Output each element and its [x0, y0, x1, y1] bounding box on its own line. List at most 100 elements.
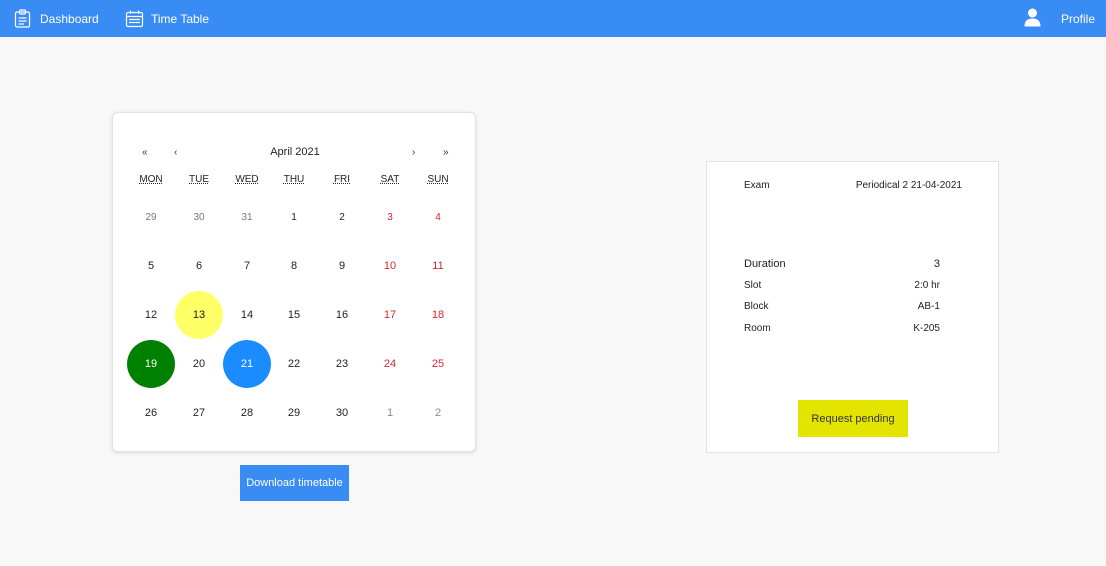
- calendar-day[interactable]: 20: [175, 340, 223, 388]
- calendar-day-number: 13: [192, 309, 206, 321]
- prev-year-button[interactable]: «: [142, 147, 148, 158]
- weekday-label: MON: [139, 174, 163, 185]
- calendar-day[interactable]: 22: [270, 340, 318, 388]
- calendar-day[interactable]: 13: [175, 291, 223, 339]
- duration-label: Duration: [744, 258, 786, 270]
- calendar-day-number: 28: [240, 407, 254, 419]
- calendar-day[interactable]: 9: [318, 242, 366, 290]
- calendar-day[interactable]: 6: [175, 242, 223, 290]
- calendar-day[interactable]: 2: [318, 193, 366, 241]
- calendar-day-number: 9: [338, 260, 346, 272]
- calendar-day-number: 26: [144, 407, 158, 419]
- calendar-day-number: 15: [287, 309, 301, 321]
- calendar-day-number: 8: [290, 260, 298, 272]
- calendar-day-number: 23: [335, 358, 349, 370]
- calendar-month-label[interactable]: April 2021: [270, 146, 320, 158]
- slot-value: 2:0 hr: [914, 280, 940, 291]
- calendar-day-number: 27: [192, 407, 206, 419]
- calendar-day-number: 12: [144, 309, 158, 321]
- calendar-day[interactable]: 4: [414, 193, 462, 241]
- calendar-day-number: 14: [240, 309, 254, 321]
- calendar-day[interactable]: 3: [366, 193, 414, 241]
- calendar-day[interactable]: 18: [414, 291, 462, 339]
- slot-label: Slot: [744, 280, 762, 291]
- calendar-day[interactable]: 2: [414, 389, 462, 437]
- calendar-day[interactable]: 23: [318, 340, 366, 388]
- calendar-day[interactable]: 15: [270, 291, 318, 339]
- block-label: Block: [744, 301, 769, 312]
- calendar-day[interactable]: 16: [318, 291, 366, 339]
- calendar-day[interactable]: 14: [223, 291, 271, 339]
- calendar-day-number: 29: [145, 211, 157, 223]
- calendar-day-number: 16: [335, 309, 349, 321]
- calendar-day[interactable]: 17: [366, 291, 414, 339]
- calendar-day[interactable]: 10: [366, 242, 414, 290]
- download-timetable-button[interactable]: Download timetable: [240, 465, 349, 501]
- calendar-day-number: 11: [432, 260, 444, 272]
- next-year-button[interactable]: »: [443, 147, 449, 158]
- room-value: K-205: [913, 323, 940, 334]
- calendar-day[interactable]: 21: [223, 340, 271, 388]
- calendar-day[interactable]: 31: [223, 193, 271, 241]
- calendar-day[interactable]: 26: [127, 389, 175, 437]
- nav-dashboard[interactable]: Dashboard: [13, 0, 99, 37]
- prev-month-button[interactable]: ‹: [174, 147, 177, 158]
- calendar-day-number: 17: [383, 309, 397, 321]
- calendar-day[interactable]: 1: [270, 193, 318, 241]
- clipboard-icon: [13, 9, 32, 28]
- calendar-day-number: 3: [387, 211, 393, 223]
- room-label: Room: [744, 323, 771, 334]
- calendar-day[interactable]: 7: [223, 242, 271, 290]
- calendar-day[interactable]: 27: [175, 389, 223, 437]
- nav-timetable-label: Time Table: [151, 11, 210, 26]
- calendar-day[interactable]: 5: [127, 242, 175, 290]
- calendar-day-number: 1: [291, 211, 297, 223]
- weekday-label: FRI: [333, 174, 351, 185]
- calendar-day-number: 2: [434, 407, 442, 419]
- block-value: AB-1: [917, 301, 940, 312]
- calendar-day-number: 29: [287, 407, 301, 419]
- calendar-day-number: 22: [287, 358, 301, 370]
- weekday-label: WED: [235, 174, 259, 185]
- weekday-label: SAT: [380, 174, 400, 185]
- calendar-day-number: 30: [193, 211, 205, 223]
- nav-timetable[interactable]: Time Table: [125, 0, 209, 37]
- calendar-day-number: 4: [435, 211, 441, 223]
- calendar-day-number: 5: [147, 260, 155, 272]
- calendar-day-number: 21: [240, 358, 254, 370]
- nav-profile[interactable]: Profile: [1061, 0, 1095, 37]
- duration-value: 3: [933, 258, 940, 270]
- nav-dashboard-label: Dashboard: [40, 11, 99, 26]
- weekday-label: TUE: [189, 174, 209, 185]
- next-month-button[interactable]: ›: [412, 147, 415, 158]
- calendar-day[interactable]: 29: [127, 193, 175, 241]
- user-icon[interactable]: [1024, 8, 1041, 32]
- exam-value: Periodical 2 21-04-2021: [855, 180, 962, 191]
- calendar-icon: [125, 9, 144, 28]
- calendar-day[interactable]: 25: [414, 340, 462, 388]
- calendar-day[interactable]: 24: [366, 340, 414, 388]
- top-navbar: Dashboard Time Table Profile: [0, 0, 1106, 37]
- calendar-day[interactable]: 30: [318, 389, 366, 437]
- calendar-day[interactable]: 11: [414, 242, 462, 290]
- calendar-day-number: 19: [144, 358, 158, 370]
- calendar-day[interactable]: 8: [270, 242, 318, 290]
- calendar-day-number: 18: [431, 309, 445, 321]
- exam-details-card: Exam Periodical 2 21-04-2021 Duration 3 …: [706, 161, 999, 453]
- calendar-day[interactable]: 12: [127, 291, 175, 339]
- calendar-day[interactable]: 19: [127, 340, 175, 388]
- calendar-day-number: 1: [386, 407, 394, 419]
- calendar-day-number: 20: [192, 358, 206, 370]
- calendar-day-number: 10: [383, 260, 397, 272]
- request-pending-button[interactable]: Request pending: [798, 400, 908, 437]
- weekday-label: THU: [283, 174, 305, 185]
- weekday-label: SUN: [427, 174, 449, 185]
- calendar-day[interactable]: 1: [366, 389, 414, 437]
- calendar-day-number: 7: [243, 260, 251, 272]
- calendar-day-number: 31: [241, 211, 253, 223]
- calendar-day[interactable]: 30: [175, 193, 223, 241]
- calendar-day[interactable]: 28: [223, 389, 271, 437]
- calendar-card: « ‹ April 2021 › » MON TUE WED THU FRI S…: [112, 112, 476, 452]
- calendar-day[interactable]: 29: [270, 389, 318, 437]
- calendar-day-number: 30: [335, 407, 349, 419]
